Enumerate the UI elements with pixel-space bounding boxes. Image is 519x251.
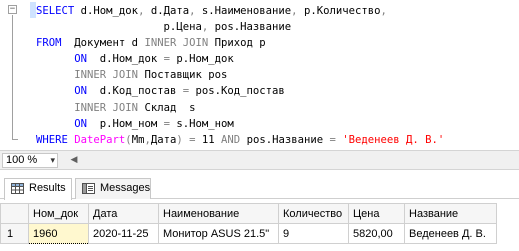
results-tabbar: Results Messages xyxy=(0,171,519,200)
code-token: Дата xyxy=(150,133,177,146)
code-token: INNER JOIN xyxy=(74,69,139,82)
code-line[interactable]: p.Цена, pos.Название xyxy=(36,19,444,35)
scroll-left-icon[interactable]: ◀ xyxy=(68,154,80,166)
sql-editor[interactable]: − SELECT d.Ном_док, d.Дата, s.Наименован… xyxy=(0,0,519,150)
code-token: pos.Название xyxy=(240,133,330,146)
code-token: p.Количество xyxy=(297,5,381,17)
table-cell-data[interactable]: 2020-11-25 xyxy=(88,223,159,244)
chevron-down-icon: ▾ xyxy=(50,155,55,165)
table-cell-cena[interactable]: 5820,00 xyxy=(348,223,405,244)
tab-messages-label: Messages xyxy=(100,182,151,194)
code-line[interactable]: FROM Документ d INNER JOIN Приход p xyxy=(36,35,444,51)
results-grid: Ном_док Дата Наименование Количество Цен… xyxy=(0,200,519,251)
code-token: pos.Название xyxy=(208,21,292,34)
code-token: AND xyxy=(221,133,241,146)
code-token: pos.Код_постав xyxy=(189,85,285,98)
code-token: , xyxy=(380,5,387,17)
code-token: WHERE xyxy=(36,133,68,146)
table-cell-kolichestvo[interactable]: 9 xyxy=(278,223,349,244)
code-token: ON xyxy=(74,117,88,130)
code-line[interactable]: INNER JOIN Поставщик pos xyxy=(36,67,444,83)
results-table: Ном_док Дата Наименование Количество Цен… xyxy=(0,203,497,244)
code-token: d.Дата xyxy=(144,5,190,17)
collapse-toggle-icon[interactable]: − xyxy=(8,5,17,14)
code-token: 'Веденеев Д. В.' xyxy=(335,133,445,146)
code-line[interactable]: INNER JOIN Склад s xyxy=(36,100,444,116)
tab-messages[interactable]: Messages xyxy=(75,178,151,199)
code-token: ON xyxy=(74,53,88,66)
code-token: p.Ном_ном xyxy=(87,117,164,130)
code-token: INNER JOIN xyxy=(74,101,139,114)
code-line[interactable]: ON d.Код_постав = pos.Код_постав xyxy=(36,83,444,99)
column-header-nom-dok[interactable]: Ном_док xyxy=(28,203,89,224)
code-token: s.Ном_ном xyxy=(169,117,234,130)
code-token: FROM xyxy=(36,37,62,50)
code-token: s.Наименование xyxy=(195,5,292,17)
zoom-bar: 100 % ▾ ◀ xyxy=(0,150,519,170)
table-cell-nazvanie[interactable]: Веденеев Д. В. xyxy=(404,223,497,244)
column-header-nazvanie[interactable]: Название xyxy=(404,203,497,224)
tab-results-label: Results xyxy=(29,182,66,194)
code-token: Приход p xyxy=(208,37,266,50)
table-row[interactable]: 1 1960 2020-11-25 Монитор ASUS 21.5" 9 5… xyxy=(0,223,497,244)
zoom-dropdown[interactable]: 100 % ▾ xyxy=(2,153,58,168)
row-number[interactable]: 1 xyxy=(0,223,29,244)
code-line[interactable]: SELECT d.Ном_док, d.Дата, s.Наименование… xyxy=(36,3,444,19)
messages-icon xyxy=(82,183,95,194)
table-cell-naimenovanie[interactable]: Монитор ASUS 21.5" xyxy=(158,223,279,244)
code-line[interactable]: ON d.Ном_док = p.Ном_док xyxy=(36,51,444,67)
editor-gutter xyxy=(0,0,26,150)
code-token: 11 xyxy=(195,133,222,146)
code-token: Документ d xyxy=(61,37,145,50)
table-cell-nom-dok[interactable]: 1960 xyxy=(28,223,89,244)
column-header-data[interactable]: Дата xyxy=(88,203,159,224)
header-row: Ном_док Дата Наименование Количество Цен… xyxy=(0,203,497,224)
code-token: SELECT xyxy=(36,5,75,17)
code-token: p.Цена xyxy=(36,21,202,34)
code-token: Склад s xyxy=(138,101,196,114)
column-header-cena[interactable]: Цена xyxy=(348,203,405,224)
column-header-naimenovanie[interactable]: Наименование xyxy=(158,203,279,224)
code-token: INNER JOIN xyxy=(144,37,209,50)
code-token: Mm xyxy=(131,133,145,146)
tab-results[interactable]: Results xyxy=(4,178,72,200)
code-token: p.Ном_док xyxy=(169,53,234,66)
corner-cell[interactable] xyxy=(0,203,29,224)
column-header-kolichestvo[interactable]: Количество xyxy=(278,203,349,224)
zoom-value: 100 % xyxy=(6,154,38,166)
code-token: d.Ном_док xyxy=(74,5,139,17)
code-token: Поставщик pos xyxy=(138,69,228,82)
sql-code[interactable]: SELECT d.Ном_док, d.Дата, s.Наименование… xyxy=(36,3,444,148)
code-line[interactable]: WHERE DatePart(Mm,Дата) = 11 AND pos.Наз… xyxy=(36,132,444,148)
fold-guide-end xyxy=(12,139,18,140)
fold-guide xyxy=(12,15,13,139)
code-token: d.Код_постав xyxy=(87,85,183,98)
code-token: ON xyxy=(74,85,88,98)
code-token: d.Ном_док xyxy=(87,53,164,66)
grid-icon xyxy=(11,183,24,194)
code-token: DatePart xyxy=(67,133,126,146)
code-line[interactable]: ON p.Ном_ном = s.Ном_ном xyxy=(36,116,444,132)
